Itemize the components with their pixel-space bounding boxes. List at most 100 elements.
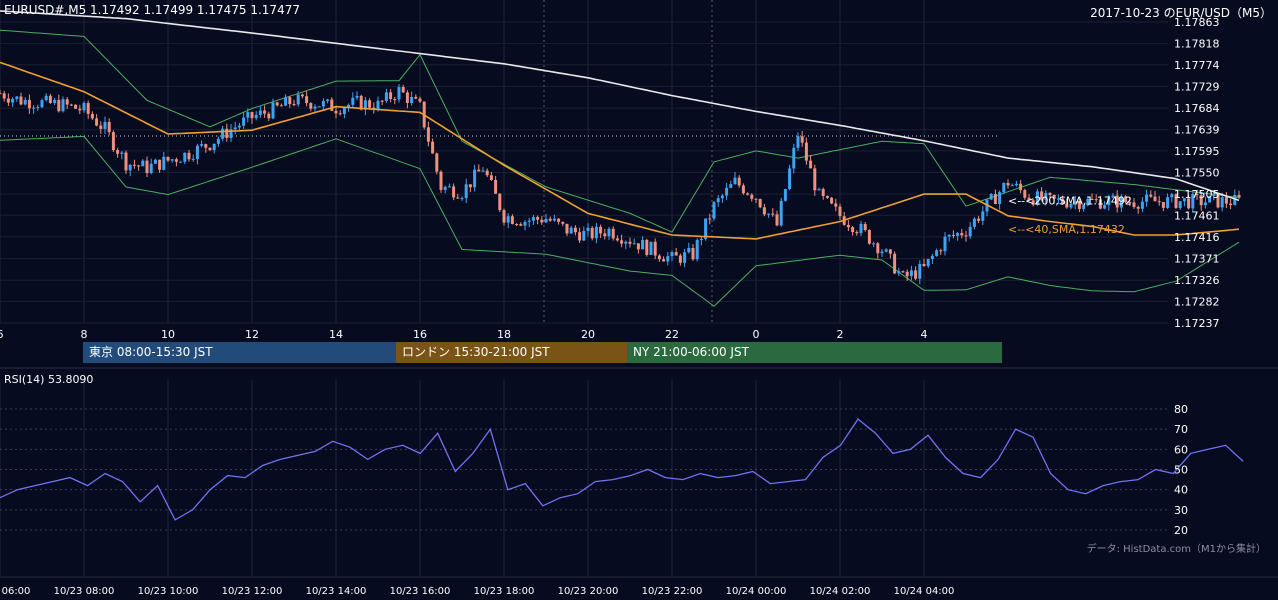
- candle-body: [149, 163, 153, 174]
- candle-body: [830, 197, 834, 204]
- candle: [393, 96, 397, 105]
- candle-body: [779, 200, 783, 226]
- candle: [775, 210, 779, 227]
- candle: [729, 180, 733, 189]
- price-tick-label: 1.17818: [1174, 38, 1220, 51]
- candle: [548, 216, 552, 222]
- candle-body: [687, 247, 691, 253]
- candle-body: [922, 263, 926, 266]
- candle-body: [19, 96, 23, 105]
- candle: [11, 97, 15, 108]
- candle-body: [527, 220, 531, 222]
- candle-body: [729, 184, 733, 188]
- candle: [40, 98, 44, 109]
- chart-canvas: <--<200,SMA,1.17492 <--<40,SMA,1.17432 1.1…: [0, 0, 1278, 597]
- candle-body: [578, 232, 582, 241]
- candle: [939, 248, 943, 255]
- candle: [57, 94, 61, 113]
- candle: [61, 96, 65, 113]
- candle-body: [1010, 185, 1014, 187]
- candle-body: [32, 107, 36, 109]
- candle-body: [775, 214, 779, 226]
- candle: [754, 198, 758, 203]
- candle: [972, 217, 976, 230]
- time-tick-label: 10/23 18:00: [474, 586, 535, 597]
- candle: [1136, 205, 1140, 214]
- candle: [267, 111, 271, 122]
- candle-body: [208, 147, 212, 151]
- candle: [170, 158, 174, 163]
- rsi-tick-label: 40: [1174, 484, 1188, 497]
- candle-body: [65, 99, 69, 105]
- candle-body: [716, 198, 720, 203]
- candle-body: [943, 236, 947, 252]
- candle-body: [498, 193, 502, 211]
- candle-body: [267, 113, 271, 119]
- candle-body: [733, 177, 737, 185]
- candle: [212, 143, 216, 154]
- candle-body: [69, 104, 73, 106]
- candle-body: [767, 213, 771, 215]
- candle-body: [326, 99, 330, 101]
- candle-body: [607, 228, 611, 237]
- candle: [842, 211, 846, 226]
- candle: [1132, 198, 1136, 209]
- candle: [846, 220, 850, 232]
- candle: [90, 111, 94, 120]
- candle: [1145, 189, 1149, 207]
- candle: [132, 159, 136, 169]
- candle: [498, 193, 502, 212]
- candle-body: [141, 160, 145, 167]
- candle-body: [292, 104, 296, 106]
- candle: [813, 164, 817, 196]
- candle-body: [746, 193, 750, 195]
- candle: [611, 226, 615, 241]
- candle-body: [615, 238, 619, 241]
- candle-body: [233, 127, 237, 130]
- candle: [489, 171, 493, 181]
- candle: [590, 226, 594, 241]
- candle-body: [510, 216, 514, 225]
- candle-body: [544, 218, 548, 223]
- candle-body: [443, 186, 447, 190]
- candle: [825, 195, 829, 200]
- candle-body: [82, 102, 86, 111]
- candle-body: [754, 198, 758, 200]
- candle: [103, 116, 107, 134]
- candle: [275, 101, 279, 107]
- candle: [502, 208, 506, 226]
- candle: [460, 196, 464, 201]
- candle-body: [1166, 197, 1170, 208]
- candle-body: [128, 164, 132, 171]
- candle: [699, 237, 703, 246]
- candle: [922, 258, 926, 268]
- candle: [582, 226, 586, 242]
- candle: [95, 114, 99, 127]
- price-tick-label: 1.17639: [1174, 124, 1220, 137]
- candle-body: [481, 170, 485, 172]
- rsi-tick-label: 80: [1174, 403, 1188, 416]
- candle: [947, 234, 951, 242]
- candle-body: [977, 218, 981, 221]
- candle-body: [851, 227, 855, 233]
- candle-body: [666, 256, 670, 262]
- candle: [292, 99, 296, 107]
- candle-body: [1224, 197, 1228, 204]
- candle-body: [565, 223, 569, 234]
- candle-body: [519, 224, 523, 226]
- candle-body: [494, 180, 498, 194]
- candle: [758, 198, 762, 209]
- candle-body: [603, 233, 607, 237]
- candle-body: [561, 221, 565, 224]
- candle: [380, 99, 384, 106]
- candle: [149, 158, 153, 175]
- candle-body: [590, 227, 594, 239]
- candle-body: [859, 224, 863, 234]
- candle: [250, 111, 254, 124]
- candle-body: [389, 92, 393, 100]
- candle: [792, 143, 796, 174]
- time-tick-label: 10/23 14:00: [306, 586, 367, 597]
- candle-body: [1237, 194, 1241, 198]
- candle: [82, 101, 86, 113]
- candle-body: [200, 144, 204, 146]
